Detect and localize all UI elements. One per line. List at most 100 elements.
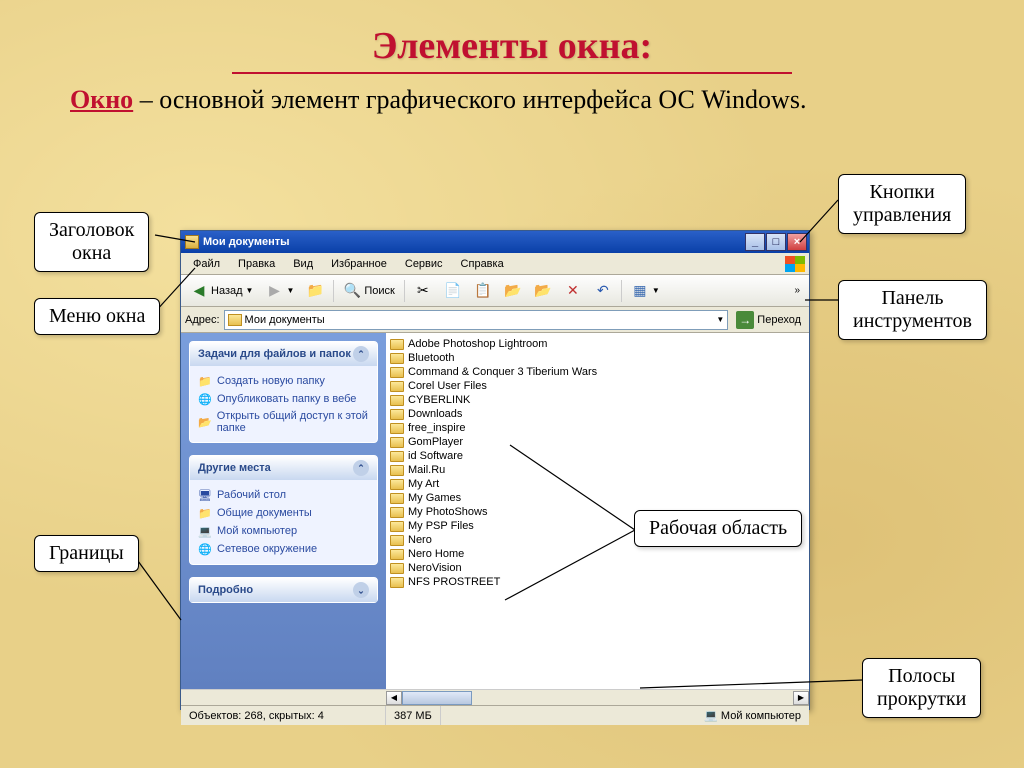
file-item[interactable]: Downloads xyxy=(388,407,807,421)
file-name: Nero xyxy=(408,534,432,546)
status-size: 387 МБ xyxy=(386,706,441,725)
back-arrow-icon: ◀ xyxy=(190,282,208,300)
address-label: Адрес: xyxy=(185,314,220,326)
keyword: Окно xyxy=(70,85,133,114)
callout-scrollbars: Полосыпрокрутки xyxy=(862,658,981,718)
file-item[interactable]: NFS PROSTREET xyxy=(388,575,807,589)
folder-icon xyxy=(185,235,199,249)
address-field[interactable]: Мои документы ▼ xyxy=(224,310,729,330)
cut-button[interactable]: ✂ xyxy=(409,279,437,303)
file-item[interactable]: NeroVision xyxy=(388,561,807,575)
place-my-computer[interactable]: 💻Мой компьютер xyxy=(198,522,369,540)
file-item[interactable]: GomPlayer xyxy=(388,435,807,449)
toolbar-more-button[interactable]: » xyxy=(789,279,805,303)
undo-button[interactable]: ↶ xyxy=(589,279,617,303)
file-name: My Art xyxy=(408,478,439,490)
slide-title: Элементы окна: xyxy=(0,24,1024,74)
move-icon: 📂 xyxy=(504,282,522,300)
up-button[interactable]: 📁 xyxy=(301,279,329,303)
callout-borders: Границы xyxy=(34,535,139,572)
folder-icon xyxy=(390,423,404,434)
scroll-track[interactable] xyxy=(402,691,793,705)
folder-icon: 📁 xyxy=(198,506,212,520)
file-item[interactable]: Corel User Files xyxy=(388,379,807,393)
search-icon: 🔍 xyxy=(343,282,361,300)
search-label: Поиск xyxy=(364,285,394,297)
menu-view[interactable]: Вид xyxy=(285,256,321,272)
address-dropdown-icon[interactable]: ▼ xyxy=(716,315,724,324)
go-button[interactable]: → Переход xyxy=(732,311,805,329)
folder-up-icon: 📁 xyxy=(306,282,324,300)
menu-tools[interactable]: Сервис xyxy=(397,256,451,272)
file-item[interactable]: CYBERLINK xyxy=(388,393,807,407)
undo-icon: ↶ xyxy=(594,282,612,300)
file-item[interactable]: free_inspire xyxy=(388,421,807,435)
horizontal-scrollbar[interactable]: ◀ ▶ xyxy=(181,689,809,705)
folder-icon xyxy=(390,577,404,588)
file-item[interactable]: My Games xyxy=(388,491,807,505)
file-item[interactable]: id Software xyxy=(388,449,807,463)
file-name: Command & Conquer 3 Tiberium Wars xyxy=(408,366,597,378)
folder-icon xyxy=(390,465,404,476)
search-button[interactable]: 🔍 Поиск xyxy=(338,279,399,303)
menu-edit[interactable]: Правка xyxy=(230,256,283,272)
place-desktop[interactable]: 🖥Рабочий стол xyxy=(198,486,369,504)
callout-control-buttons: Кнопкиуправления xyxy=(838,174,966,234)
places-title: Другие места xyxy=(198,462,271,474)
file-item[interactable]: Command & Conquer 3 Tiberium Wars xyxy=(388,365,807,379)
task-publish[interactable]: 🌐Опубликовать папку в вебе xyxy=(198,390,369,408)
details-panel-header[interactable]: Подробно ⌃ xyxy=(190,578,377,602)
scroll-right-button[interactable]: ▶ xyxy=(793,691,809,705)
file-name: My PhotoShows xyxy=(408,506,487,518)
minimize-button[interactable]: _ xyxy=(745,233,765,251)
file-item[interactable]: Adobe Photoshop Lightroom xyxy=(388,337,807,351)
computer-icon: 💻 xyxy=(704,709,718,722)
details-panel: Подробно ⌃ xyxy=(189,577,378,603)
menu-file[interactable]: Файл xyxy=(185,256,228,272)
place-shared-docs[interactable]: 📁Общие документы xyxy=(198,504,369,522)
scroll-left-button[interactable]: ◀ xyxy=(386,691,402,705)
scissors-icon: ✂ xyxy=(414,282,432,300)
file-item[interactable]: Mail.Ru xyxy=(388,463,807,477)
file-item[interactable]: My Art xyxy=(388,477,807,491)
task-share[interactable]: 📂Открыть общий доступ к этой папке xyxy=(198,408,369,436)
copy-button[interactable]: 📄 xyxy=(439,279,467,303)
back-button[interactable]: ◀ Назад ▼ xyxy=(185,279,258,303)
file-name: Nero Home xyxy=(408,548,464,560)
callout-title-bar: Заголовококна xyxy=(34,212,149,272)
move-button[interactable]: 📂 xyxy=(499,279,527,303)
forward-button[interactable]: ▶ ▼ xyxy=(260,279,299,303)
folder-icon xyxy=(390,507,404,518)
tasks-panel-header[interactable]: Задачи для файлов и папок ⌃ xyxy=(190,342,377,366)
views-button[interactable]: ▦▼ xyxy=(626,279,665,303)
task-new-folder[interactable]: 📁Создать новую папку xyxy=(198,372,369,390)
file-item[interactable]: Nero Home xyxy=(388,547,807,561)
close-button[interactable]: × xyxy=(787,233,807,251)
folder-icon xyxy=(390,535,404,546)
file-name: CYBERLINK xyxy=(408,394,470,406)
delete-button[interactable]: ✕ xyxy=(559,279,587,303)
menu-help[interactable]: Справка xyxy=(453,256,512,272)
scroll-thumb[interactable] xyxy=(402,691,472,705)
slide-description: Окно – основной элемент графического инт… xyxy=(70,84,954,117)
collapse-icon: ⌃ xyxy=(353,346,369,362)
callout-menu-bar: Меню окна xyxy=(34,298,160,335)
file-name: Corel User Files xyxy=(408,380,487,392)
place-network[interactable]: 🌐Сетевое окружение xyxy=(198,540,369,558)
go-label: Переход xyxy=(757,314,801,326)
desktop-icon: 🖥 xyxy=(198,488,212,502)
file-item[interactable]: Bluetooth xyxy=(388,351,807,365)
menu-favorites[interactable]: Избранное xyxy=(323,256,395,272)
folder-icon xyxy=(390,451,404,462)
network-icon: 🌐 xyxy=(198,542,212,556)
status-objects: Объектов: 268, скрытых: 4 xyxy=(181,706,386,725)
copy-to-button[interactable]: 📂 xyxy=(529,279,557,303)
title-bar[interactable]: Мои документы _ □ × xyxy=(181,231,809,253)
tasks-panel: Задачи для файлов и папок ⌃ 📁Создать нов… xyxy=(189,341,378,443)
paste-button[interactable]: 📋 xyxy=(469,279,497,303)
views-icon: ▦ xyxy=(631,282,649,300)
maximize-button[interactable]: □ xyxy=(766,233,786,251)
places-panel-header[interactable]: Другие места ⌃ xyxy=(190,456,377,480)
folder-icon xyxy=(390,395,404,406)
folder-icon xyxy=(390,563,404,574)
